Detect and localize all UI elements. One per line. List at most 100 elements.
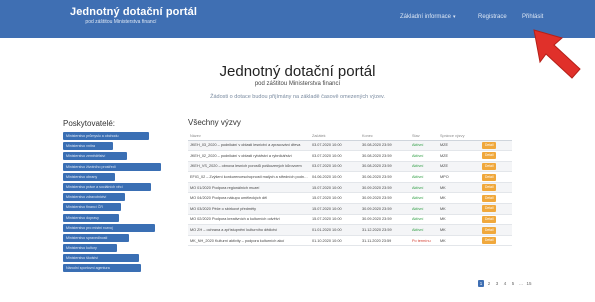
detail-button[interactable]: Detail	[482, 226, 497, 234]
provider-button[interactable]: Ministerstvo dopravy	[63, 213, 119, 222]
cell-action: Detail	[480, 214, 512, 226]
cell-manager: MZE	[438, 161, 480, 173]
column-header-name[interactable]: Název	[188, 132, 310, 141]
detail-button[interactable]: Detail	[482, 237, 497, 245]
provider-button[interactable]: Ministerstvo školství	[63, 254, 139, 263]
table-header-row: Název Začátek Konec Stav Správce výzvy	[188, 132, 512, 141]
provider-button[interactable]: Národní sportovní agentura	[63, 264, 141, 273]
pagination-page-button[interactable]: 3	[494, 280, 500, 287]
cell-start: 04.06.2020 10:00	[310, 171, 360, 183]
cell-start: 01.01.2020 10:00	[310, 224, 360, 236]
cell-status: Aktivní	[410, 224, 438, 236]
detail-button[interactable]: Detail	[482, 152, 497, 160]
cell-action: Detail	[480, 140, 512, 152]
page-subtitle: pod záštitou Ministerstva financí	[254, 81, 341, 87]
page-title: Jednotný dotační portál	[219, 63, 376, 80]
cell-call-name[interactable]: MO 01/2020 Podpora regionálních muzeí	[188, 182, 310, 194]
brand[interactable]: Jednotný dotační portál pod záštitou Min…	[70, 6, 197, 25]
cell-status: Aktivní	[410, 140, 438, 152]
cell-call-name[interactable]: MO ZH – ochrana a zpřístupnění kulturníh…	[188, 224, 310, 236]
pagination-page-button[interactable]: 2	[486, 280, 492, 287]
column-header-manager[interactable]: Správce výzvy	[438, 132, 480, 141]
cell-end: 31.11.2020 23:59	[360, 235, 410, 247]
provider-button[interactable]: Ministerstvo práce a sociálních věcí	[63, 182, 151, 191]
nav-login-link[interactable]: Přihlásit	[522, 14, 543, 20]
cell-manager: MK	[438, 214, 480, 226]
table-row[interactable]: MO ZH – ochrana a zpřístupnění kulturníh…	[188, 224, 512, 236]
chevron-down-icon: ▾	[453, 14, 456, 20]
provider-button[interactable]: Ministerstvo spravedlnosti	[63, 233, 129, 242]
provider-button[interactable]: Ministerstvo životního prostředí	[63, 162, 161, 171]
column-header-status[interactable]: Stav	[410, 132, 438, 141]
cell-end: 31.12.2020 23:59	[360, 224, 410, 236]
table-row[interactable]: MO 01/2020 Podpora regionálních muzeí 15.…	[188, 182, 512, 194]
cell-status: Aktivní	[410, 203, 438, 215]
calls-table: Název Začátek Konec Stav Správce výzvy J…	[188, 132, 512, 247]
cell-call-name[interactable]: MO 03/2020 Péče o sbírkové předměty	[188, 203, 310, 215]
table-row[interactable]: JKEH_VS_2020 – obnova lesních porostů po…	[188, 161, 512, 173]
brand-subtitle: pod záštitou Ministerstva financí	[85, 19, 157, 25]
cell-call-name[interactable]: JKEH_03_2020 – podnikání v oblasti lesni…	[188, 140, 310, 152]
detail-button[interactable]: Detail	[482, 173, 497, 181]
table-row[interactable]: MK_NH_2020 Kulturní aktivity – podpora k…	[188, 235, 512, 247]
provider-button[interactable]: Ministerstvo průmyslu a obchodu	[63, 132, 149, 140]
cell-status: Aktivní	[410, 214, 438, 226]
cell-manager: MK	[438, 224, 480, 236]
pagination-page-button[interactable]: 5	[510, 280, 516, 287]
table-row[interactable]: MO 03/2020 Péče o sbírkové předměty 15.07…	[188, 203, 512, 215]
cell-action: Detail	[480, 150, 512, 162]
table-row[interactable]: JKEH_03_2020 – podnikání v oblasti lesni…	[188, 140, 512, 152]
cell-action: Detail	[480, 161, 512, 173]
table-row[interactable]: MO 02/2020 Podpora kreativních a kulturn…	[188, 214, 512, 226]
nav-registration-link[interactable]: Registrace	[478, 14, 507, 20]
pagination-page-button[interactable]: 15	[526, 280, 532, 287]
table-row[interactable]: JKEH_02_2020 – podnikání v oblasti rybář…	[188, 150, 512, 162]
table-row[interactable]: MO 04/2020 Podpora nákupu uměleckých děl…	[188, 192, 512, 205]
cell-start: 15.07.2020 10:00	[310, 203, 360, 215]
pagination-ellipsis: ...	[519, 281, 523, 286]
detail-button[interactable]: Detail	[482, 194, 497, 202]
column-header-action	[480, 132, 512, 141]
detail-button[interactable]: Detail	[482, 162, 497, 170]
detail-button[interactable]: Detail	[482, 184, 497, 192]
cell-manager: MPO	[438, 171, 480, 183]
cell-end: 30.08.2020 23:59	[360, 140, 410, 152]
cell-action: Detail	[480, 235, 512, 247]
cell-action: Detail	[480, 224, 512, 236]
cell-call-name[interactable]: JKEH_VS_2020 – obnova lesních porostů po…	[188, 161, 310, 173]
provider-button[interactable]: Ministerstvo zemědělství	[63, 152, 127, 161]
provider-button[interactable]: Ministerstvo zdravotnictví	[63, 193, 125, 202]
cell-call-name[interactable]: MK_NH_2020 Kulturní aktivity – podpora k…	[188, 235, 310, 247]
pagination-page-button[interactable]: 1	[478, 280, 484, 287]
cell-manager: MZE	[438, 150, 480, 162]
provider-button[interactable]: Ministerstvo vnitra	[63, 142, 113, 151]
cell-start: 15.07.2020 10:00	[310, 192, 360, 205]
cell-end: 30.09.2020 23:59	[360, 203, 410, 215]
cell-call-name[interactable]: MO 04/2020 Podpora nákupu uměleckých děl	[188, 192, 310, 205]
detail-button[interactable]: Detail	[482, 215, 497, 223]
cell-manager: MK	[438, 182, 480, 194]
cell-end: 30.08.2020 23:59	[360, 161, 410, 173]
cell-call-name[interactable]: MO 02/2020 Podpora kreativních a kulturn…	[188, 214, 310, 226]
provider-button[interactable]: Ministerstvo financí ČR	[63, 203, 121, 212]
cell-manager: MK	[438, 235, 480, 247]
provider-button[interactable]: Ministerstvo kultury	[63, 244, 117, 253]
cell-start: 03.07.2020 10:00	[310, 150, 360, 162]
detail-button[interactable]: Detail	[482, 141, 497, 149]
cell-status: Aktivní	[410, 150, 438, 162]
column-header-start[interactable]: Začátek	[310, 132, 360, 141]
cell-call-name[interactable]: EFIG_02 – Zvýšení konkurenceschopnosti m…	[188, 171, 310, 183]
column-header-end[interactable]: Konec	[360, 132, 410, 141]
provider-button[interactable]: Ministerstvo pro místní rozvoj	[63, 223, 155, 232]
cell-manager: MZE	[438, 140, 480, 152]
cell-action: Detail	[480, 203, 512, 215]
cell-call-name[interactable]: JKEH_02_2020 – podnikání v oblasti rybář…	[188, 150, 310, 162]
nav-basic-info-dropdown[interactable]: Základní informace ▾	[400, 14, 456, 20]
cell-start: 03.07.2020 10:00	[310, 161, 360, 173]
table-row[interactable]: EFIG_02 – Zvýšení konkurenceschopnosti m…	[188, 171, 512, 183]
provider-button[interactable]: Ministerstvo obrany	[63, 172, 115, 181]
pagination-page-button[interactable]: 4	[502, 280, 508, 287]
cell-status: Aktivní	[410, 171, 438, 183]
brand-title[interactable]: Jednotný dotační portál	[70, 6, 197, 18]
detail-button[interactable]: Detail	[482, 205, 497, 213]
